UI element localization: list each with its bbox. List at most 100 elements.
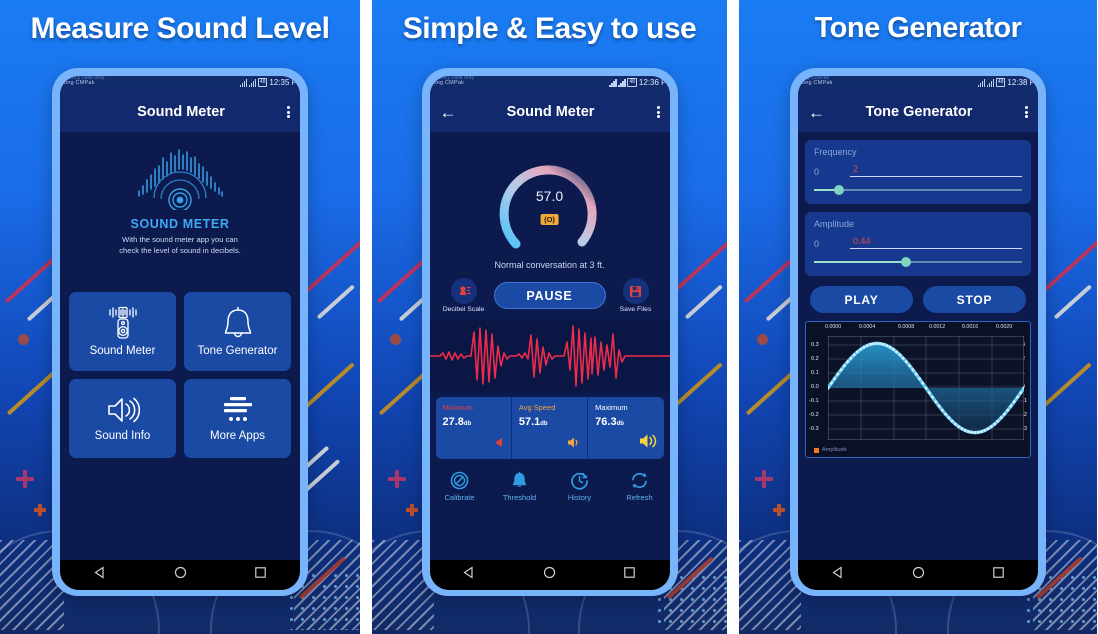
frequency-input[interactable]: 2 <box>850 163 1022 177</box>
decibel-value: 57.0 <box>535 188 564 204</box>
tab-threshold[interactable]: Threshold <box>490 471 550 502</box>
speaker-min-icon <box>493 436 506 454</box>
status-icons: 48 12:38 P <box>977 78 1035 87</box>
tile-more-apps[interactable]: More Apps <box>184 379 291 458</box>
calibrate-compass-icon <box>450 471 469 489</box>
kebab-menu-icon[interactable] <box>276 104 290 119</box>
frequency-slider[interactable] <box>814 185 1022 195</box>
meter-body: 57.0 (O) Normal conversation at 3 ft. De… <box>429 132 670 560</box>
y-tick-left: -0.3 <box>809 426 819 432</box>
kebab-menu-icon[interactable] <box>1014 104 1028 119</box>
amplitude-value: 0.44 <box>853 236 871 246</box>
tile-label: Sound Meter <box>89 345 156 357</box>
tile-sound-info[interactable]: Sound Info <box>69 379 176 458</box>
panel-measure-sound-level: Measure Sound Level ...ency calls only o… <box>0 0 360 634</box>
refresh-icon <box>632 472 647 488</box>
frequency-min: 0 <box>814 167 820 177</box>
y-tick-left: 0.0 <box>811 384 819 390</box>
tile-label: Sound Info <box>94 430 151 442</box>
nav-recents-icon[interactable] <box>254 566 267 584</box>
stop-button[interactable]: STOP <box>923 286 1026 313</box>
nav-back-icon[interactable] <box>463 566 476 584</box>
nav-back-icon[interactable] <box>831 566 845 584</box>
phone-screen-2: rgency calls only ong CMPak 48 12:36 P ←… <box>429 76 670 590</box>
status-icons: 48 12:35 P <box>239 78 297 87</box>
amplitude-card: Amplitude 0 0.44 <box>805 212 1031 276</box>
app-bar-1: Sound Meter <box>60 92 300 132</box>
back-arrow-icon[interactable]: ← <box>808 104 825 121</box>
frequency-label: Frequency <box>814 147 857 157</box>
legend-label: Amplitude <box>822 447 847 453</box>
app-bar-2: ← Sound Meter <box>429 92 670 132</box>
tab-history[interactable]: History <box>550 471 610 502</box>
tab-refresh[interactable]: Refresh <box>610 471 670 502</box>
status-time: 12:36 P <box>638 78 667 87</box>
amplitude-input[interactable]: 0.44 <box>850 235 1022 249</box>
signal-icon-2 <box>986 78 995 87</box>
x-tick: 0.0016 <box>962 324 979 330</box>
bottom-tab-bar: Calibrate Threshold History Refresh <box>430 463 670 509</box>
bell-icon <box>512 471 527 487</box>
x-tick: 0.0008 <box>898 324 915 330</box>
status-carrier: ong CMPak <box>433 80 465 86</box>
stat-value: 27.8db <box>442 416 472 428</box>
y-tick-left: -0.1 <box>809 398 819 404</box>
page-title: Sound Meter <box>506 104 595 120</box>
slider-knob[interactable] <box>900 257 911 267</box>
status-bar-2: rgency calls only ong CMPak 48 12:36 P <box>429 76 670 92</box>
tab-label: Threshold <box>502 492 537 502</box>
app-bar-3: ← Tone Generator <box>798 92 1038 132</box>
nav-home-icon[interactable] <box>543 566 556 584</box>
panel-1-headline: Measure Sound Level <box>30 12 330 45</box>
more-apps-menu-icon <box>223 397 252 421</box>
page-title: Sound Meter <box>137 104 225 120</box>
y-tick-left: 0.1 <box>811 370 819 376</box>
chart-plot-area <box>828 336 1024 440</box>
nav-back-icon[interactable] <box>93 566 107 584</box>
pause-button[interactable]: PAUSE <box>493 282 606 309</box>
status-bar-1: ...ency calls only ong CMPak 48 12:35 P <box>60 76 300 92</box>
amplitude-slider[interactable] <box>814 257 1022 267</box>
nav-recents-icon[interactable] <box>992 566 1005 584</box>
slider-knob[interactable] <box>833 185 844 195</box>
speaker-waves-icon <box>107 397 140 423</box>
stat-title: Avg Speed <box>518 403 556 412</box>
android-nav-bar-1 <box>60 560 300 590</box>
bell-icon <box>224 306 251 338</box>
x-tick: 0.0004 <box>859 324 876 330</box>
phone-frame-2: rgency calls only ong CMPak 48 12:36 P ←… <box>421 68 678 596</box>
amplitude-label: Amplitude <box>814 219 855 229</box>
tile-tone-generator[interactable]: Tone Generator <box>184 292 291 371</box>
tile-label: More Apps <box>210 430 265 442</box>
battery-icon: 48 <box>995 78 1006 87</box>
phone-frame-1: ...ency calls only ong CMPak 48 12:35 P … <box>52 68 308 596</box>
decibel-scale-button[interactable] <box>450 278 477 304</box>
app-logo-block: SOUND METER With the sound meter app you… <box>60 132 300 256</box>
play-button[interactable]: PLAY <box>810 286 913 313</box>
decibel-scale-control[interactable]: Decibel Scale <box>438 278 490 313</box>
tile-sound-meter[interactable]: Sound Meter <box>69 292 176 371</box>
signal-icon-2 <box>248 78 257 87</box>
tone-button-row: PLAY STOP <box>810 286 1026 313</box>
panel-3-headline: Tone Generator <box>814 12 1022 44</box>
meter-description: Normal conversation at 3 ft. <box>494 260 605 270</box>
nav-home-icon[interactable] <box>174 566 187 584</box>
status-bar-3: ...g CMPak ong CMPak 48 12:38 P <box>798 76 1038 92</box>
home-tile-grid: Sound Meter Tone Generator Sound Info Mo… <box>69 292 291 458</box>
panel-gap-2 <box>727 0 739 634</box>
nav-home-icon[interactable] <box>912 566 925 584</box>
stat-avg-speed: Avg Speed 57.1db <box>510 397 587 459</box>
status-time: 12:38 P <box>1007 78 1035 87</box>
amplitude-min: 0 <box>814 239 820 249</box>
save-files-button[interactable] <box>622 278 649 304</box>
back-arrow-icon[interactable]: ← <box>440 104 457 121</box>
kebab-menu-icon[interactable] <box>646 104 660 119</box>
chart-legend: Amplitude <box>814 447 847 453</box>
nav-recents-icon[interactable] <box>623 566 636 584</box>
speaker-max-icon <box>639 433 658 454</box>
save-files-control[interactable]: Save Files <box>610 278 662 313</box>
tab-calibrate[interactable]: Calibrate <box>430 471 490 502</box>
decibel-scale-label: Decibel Scale <box>442 306 485 313</box>
slider-fill <box>814 261 906 263</box>
y-tick-left: 0.3 <box>811 342 819 348</box>
